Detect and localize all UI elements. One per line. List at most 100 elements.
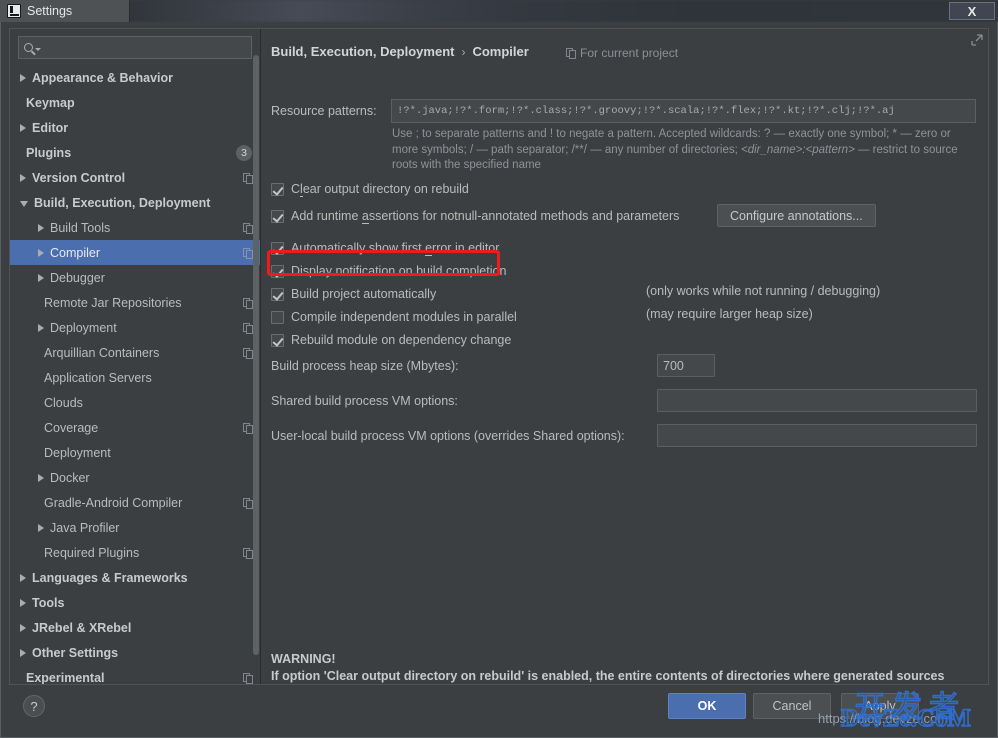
chevron-right-icon[interactable] — [38, 223, 44, 232]
help-line-2a: more symbols; / — path separator; /**/ —… — [392, 143, 741, 156]
checkbox-label: Compile independent modules in parallel — [291, 310, 517, 324]
sidebar-item-label: Gradle-Android Compiler — [44, 495, 183, 510]
warning-message: WARNING! If option 'Clear output directo… — [271, 651, 976, 684]
field-input-shared-build-process-vm-options[interactable] — [657, 389, 977, 412]
checkbox-clear-output-directory-on-rebuild[interactable] — [271, 182, 284, 196]
copy-icon — [243, 497, 253, 509]
breadcrumb-root[interactable]: Build, Execution, Deployment — [271, 44, 454, 59]
sidebar-item-tools[interactable]: Tools — [10, 590, 260, 615]
sidebar-item-experimental[interactable]: Experimental — [10, 665, 260, 684]
copy-icon — [243, 672, 253, 684]
chevron-right-icon[interactable] — [20, 648, 26, 657]
sidebar-item-required-plugins[interactable]: Required Plugins — [10, 540, 260, 565]
field-label-build-process-heap-size-mbytes: Build process heap size (Mbytes): — [271, 359, 459, 373]
chevron-right-icon[interactable] — [20, 173, 26, 182]
sidebar-item-docker[interactable]: Docker — [10, 465, 260, 490]
chevron-right-icon[interactable] — [38, 473, 44, 482]
sidebar-item-editor[interactable]: Editor — [10, 115, 260, 140]
sidebar-item-application-servers[interactable]: Application Servers — [10, 365, 260, 390]
chevron-right-icon[interactable] — [38, 323, 44, 332]
checkbox-add-runtime-assertions-for-notnull-annotated-methods-and-parameters[interactable] — [271, 209, 284, 223]
checkbox-row-display-notification-on-build-completion[interactable]: Display notification on build completion — [271, 262, 506, 280]
dialog-content: Appearance & Behavior Keymap Editor Plugins… — [9, 28, 989, 685]
checkbox-row-build-project-automatically[interactable]: Build project automatically — [271, 285, 436, 303]
sidebar-item-build-tools[interactable]: Build Tools — [10, 215, 260, 240]
window-title: Settings — [27, 4, 73, 18]
chevron-right-icon[interactable] — [20, 598, 26, 607]
resource-patterns-help: Use ; to separate patterns and ! to nega… — [392, 127, 977, 174]
sidebar-item-label: Appearance & Behavior — [32, 70, 174, 85]
sidebar-item-label: Coverage — [44, 420, 99, 435]
search-box[interactable] — [18, 36, 252, 59]
sidebar-item-build-execution-deployment[interactable]: Build, Execution, Deployment — [10, 190, 260, 215]
checkbox-row-rebuild-module-on-dependency-change[interactable]: Rebuild module on dependency change — [271, 331, 511, 349]
chevron-right-icon[interactable] — [20, 123, 26, 132]
resource-patterns-input[interactable]: !?*.java;!?*.form;!?*.class;!?*.groovy;!… — [391, 99, 976, 123]
checkbox-row-automatically-show-first-error-in-editor[interactable]: Automatically show first error in editor — [271, 239, 499, 257]
help-button[interactable]: ? — [23, 695, 45, 717]
settings-dialog: Appearance & Behavior Keymap Editor Plugins… — [0, 22, 998, 738]
sidebar-item-languages-frameworks[interactable]: Languages & Frameworks — [10, 565, 260, 590]
sidebar-item-jrebel-xrebel[interactable]: JRebel & XRebel — [10, 615, 260, 640]
sidebar-item-label: Clouds — [44, 395, 83, 410]
sidebar-item-deployment[interactable]: Deployment — [10, 440, 260, 465]
sidebar-item-label: Docker — [50, 470, 90, 485]
checkbox-note: (may require larger heap size) — [646, 307, 813, 321]
intellij-logo-icon — [7, 4, 21, 18]
checkbox-row-add-runtime-assertions-for-notnull-annotated-methods-and-parameters[interactable]: Add runtime assertions for notnull-annot… — [271, 207, 679, 225]
breadcrumb: Build, Execution, Deployment › Compiler — [271, 44, 529, 59]
sidebar-item-deployment[interactable]: Deployment — [10, 315, 260, 340]
chevron-right-icon[interactable] — [20, 73, 26, 82]
sidebar-item-label: Keymap — [26, 95, 75, 110]
ok-button[interactable]: OK — [668, 693, 746, 719]
chevron-right-icon[interactable] — [38, 273, 44, 282]
help-line-2b: — restrict to — [854, 143, 920, 156]
checkbox-automatically-show-first-error-in-editor[interactable] — [271, 241, 284, 255]
copy-icon — [243, 247, 253, 259]
search-input[interactable] — [45, 39, 246, 56]
sidebar-item-version-control[interactable]: Version Control — [10, 165, 260, 190]
sidebar-item-java-profiler[interactable]: Java Profiler — [10, 515, 260, 540]
checkbox-label: Automatically show first error in editor — [291, 241, 500, 256]
sidebar-item-gradle-android-compiler[interactable]: Gradle-Android Compiler — [10, 490, 260, 515]
checkbox-row-compile-independent-modules-in-parallel[interactable]: Compile independent modules in parallel — [271, 308, 517, 326]
chevron-right-icon[interactable] — [38, 523, 44, 532]
watermark-english: DevZe.CoM — [840, 704, 971, 733]
sidebar-item-appearance-behavior[interactable]: Appearance & Behavior — [10, 65, 260, 90]
sidebar-item-compiler[interactable]: Compiler — [10, 240, 260, 265]
sidebar-item-arquillian-containers[interactable]: Arquillian Containers — [10, 340, 260, 365]
sidebar-item-clouds[interactable]: Clouds — [10, 390, 260, 415]
configure-annotations-button[interactable]: Configure annotations... — [717, 204, 876, 227]
chevron-right-icon[interactable] — [38, 248, 44, 257]
chevron-right-icon[interactable] — [20, 573, 26, 582]
field-input-build-process-heap-size-mbytes[interactable] — [657, 354, 715, 377]
checkbox-build-project-automatically[interactable] — [271, 287, 284, 301]
chevron-down-icon[interactable] — [20, 200, 28, 207]
settings-tree: Appearance & Behavior Keymap Editor Plugins… — [10, 65, 260, 684]
field-input-user-local-build-process-vm-options-overrides-shared-options[interactable] — [657, 424, 977, 447]
help-line-1: Use ; to separate patterns and ! to nega… — [392, 128, 951, 140]
chevron-right-icon[interactable] — [20, 623, 26, 632]
checkbox-display-notification-on-build-completion[interactable] — [271, 264, 284, 278]
checkbox-rebuild-module-on-dependency-change[interactable] — [271, 333, 284, 347]
resource-patterns-value: !?*.java;!?*.form;!?*.class;!?*.groovy;!… — [397, 105, 895, 117]
checkbox-row-clear-output-directory-on-rebuild[interactable]: Clear output directory on rebuild — [271, 180, 469, 198]
sidebar-item-debugger[interactable]: Debugger — [10, 265, 260, 290]
sidebar-item-remote-jar-repositories[interactable]: Remote Jar Repositories — [10, 290, 260, 315]
sidebar-scrollbar[interactable] — [253, 55, 259, 655]
sidebar-item-label: Application Servers — [44, 370, 152, 385]
sidebar-item-label: Debugger — [50, 270, 105, 285]
sidebar-item-coverage[interactable]: Coverage — [10, 415, 260, 440]
sidebar-item-label: Java Profiler — [50, 520, 120, 535]
chevron-down-icon[interactable] — [35, 48, 41, 51]
expand-icon[interactable] — [970, 33, 984, 47]
warning-title: WARNING! — [271, 652, 336, 666]
close-icon[interactable]: X — [949, 2, 995, 20]
checkbox-compile-independent-modules-in-parallel[interactable] — [271, 310, 284, 324]
sidebar-item-label: Build Tools — [50, 220, 111, 235]
sidebar-item-other-settings[interactable]: Other Settings — [10, 640, 260, 665]
sidebar-item-plugins[interactable]: Plugins 3 — [10, 140, 260, 165]
search-container — [10, 29, 260, 63]
sidebar-item-label: Remote Jar Repositories — [44, 295, 182, 310]
sidebar-item-keymap[interactable]: Keymap — [10, 90, 260, 115]
